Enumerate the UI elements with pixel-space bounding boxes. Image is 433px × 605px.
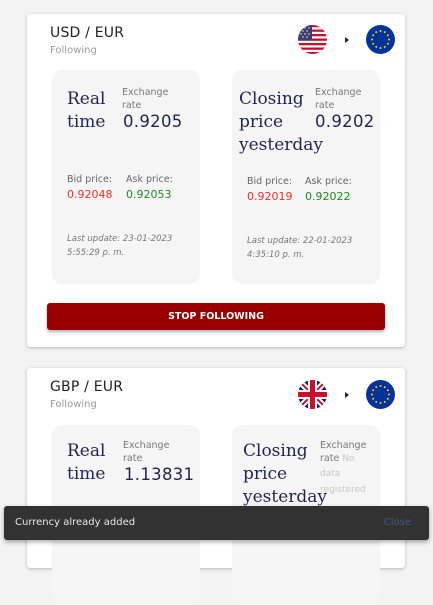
closing-title: Closing price yesterday bbox=[243, 441, 328, 507]
eu-flag-icon bbox=[366, 25, 395, 54]
no-data-text: No bbox=[342, 454, 355, 464]
snackbar: Currency already added Close bbox=[4, 506, 429, 540]
arrow-right-icon bbox=[345, 392, 349, 398]
realtime-title: Real time bbox=[67, 89, 106, 132]
stop-following-button[interactable]: STOP FOLLOWING bbox=[47, 303, 385, 330]
pair-title: GBP / EUR bbox=[50, 379, 124, 395]
ask-price-value: 0.92053 bbox=[126, 188, 172, 201]
realtime-title: Real time bbox=[67, 441, 106, 484]
exchange-rate-label: Exchange rate No data registered bbox=[320, 440, 367, 495]
uk-flag-icon bbox=[298, 380, 327, 409]
eu-flag-icon bbox=[366, 380, 395, 409]
bid-price-value: 0.92019 bbox=[247, 190, 293, 203]
snackbar-close-button[interactable]: Close bbox=[384, 517, 411, 528]
ask-price-label: Ask price: bbox=[305, 176, 352, 187]
closing-panel: Closing price yesterday Exchange rate 0.… bbox=[232, 70, 380, 284]
snackbar-message: Currency already added bbox=[15, 517, 136, 528]
exchange-rate-value: 0.9205 bbox=[123, 112, 183, 131]
last-update: Last update: 22-01-2023 4:35:10 p. m. bbox=[247, 236, 353, 260]
ask-price-value: 0.92022 bbox=[305, 190, 351, 203]
exchange-rate-value: 0.9202 bbox=[315, 112, 375, 131]
closing-title: Closing price yesterday bbox=[239, 89, 324, 155]
arrow-right-icon bbox=[345, 37, 349, 43]
realtime-panel: Real time Exchange rate 0.9205 Bid price… bbox=[52, 70, 200, 284]
following-status: Following bbox=[50, 399, 97, 410]
bid-price-label: Bid price: bbox=[247, 176, 293, 187]
exchange-rate-label: Exchange rate bbox=[122, 87, 169, 111]
currency-card-usd-eur: USD / EUR Following Real time Exchange r… bbox=[27, 14, 405, 347]
ask-price-label: Ask price: bbox=[126, 174, 173, 185]
exchange-rate-label: Exchange rate bbox=[123, 440, 170, 464]
last-update: Last update: 23-01-2023 5:55:29 p. m. bbox=[67, 234, 173, 258]
following-status: Following bbox=[50, 45, 97, 56]
pair-title: USD / EUR bbox=[50, 25, 125, 41]
exchange-rate-label: Exchange rate bbox=[315, 87, 362, 111]
bid-price-label: Bid price: bbox=[67, 174, 113, 185]
us-flag-icon bbox=[298, 25, 327, 54]
bid-price-value: 0.92048 bbox=[67, 188, 113, 201]
exchange-rate-value: 1.13831 bbox=[124, 465, 195, 484]
